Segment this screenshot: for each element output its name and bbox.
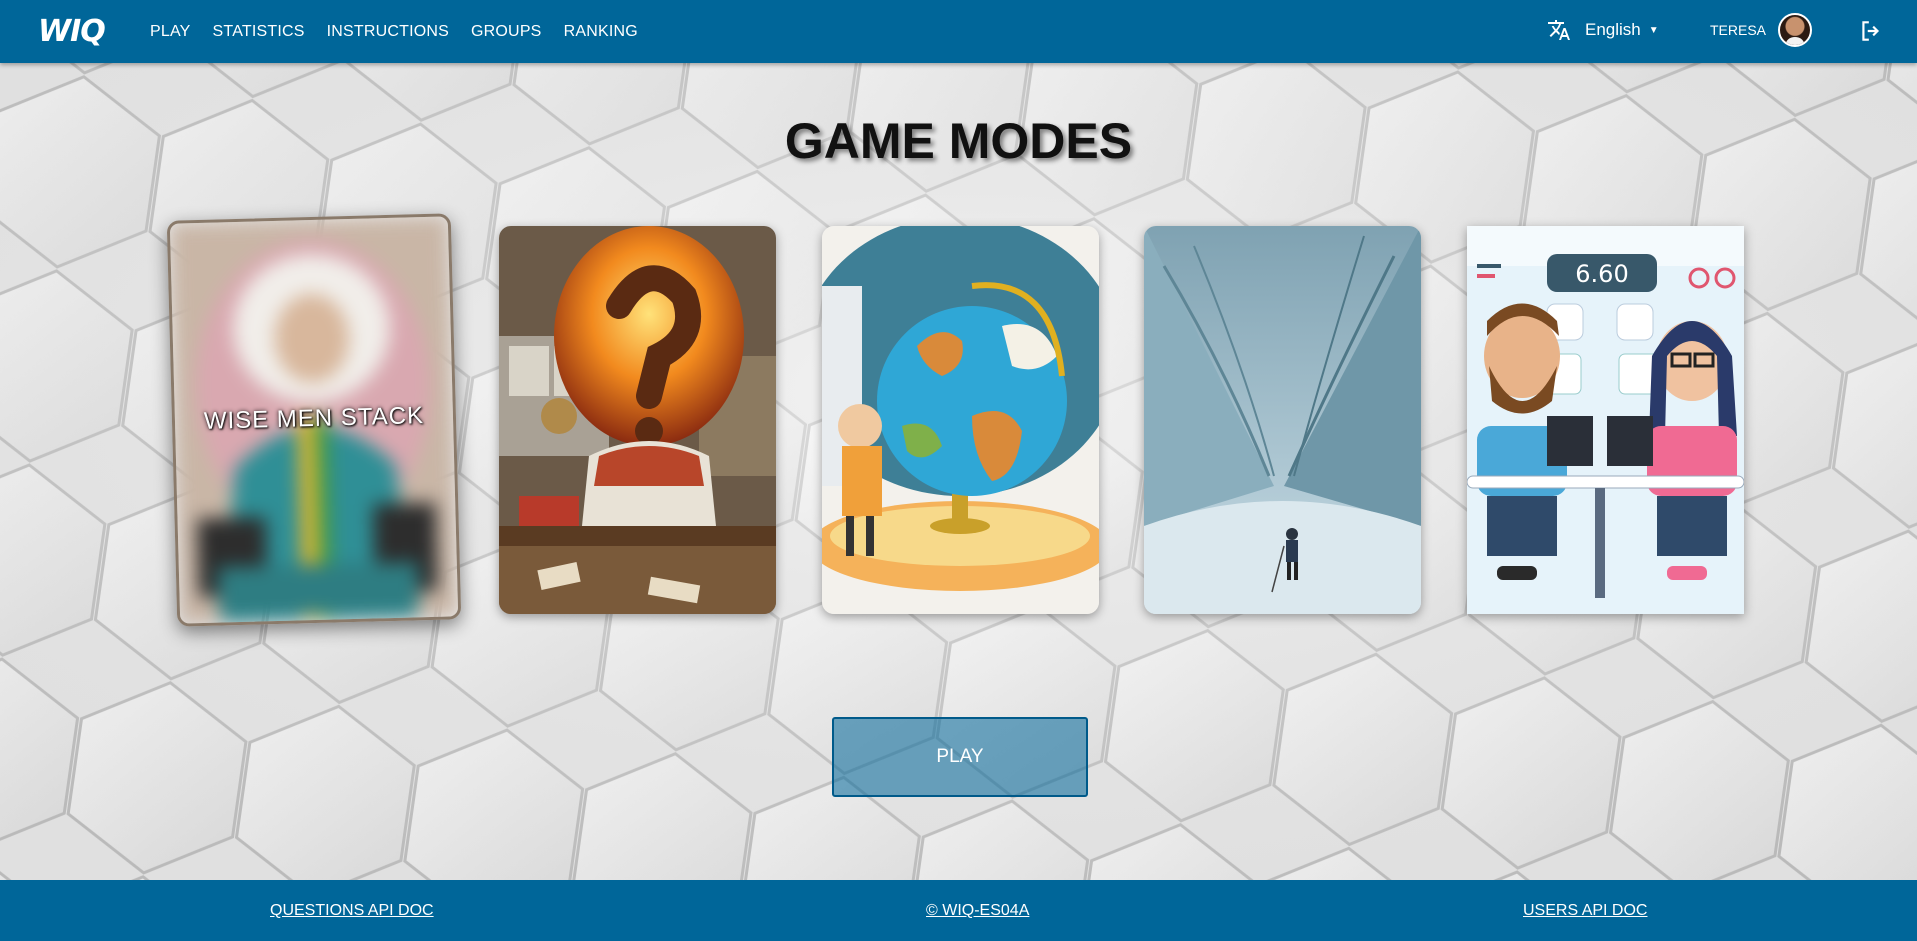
logout-icon[interactable] bbox=[1858, 18, 1884, 44]
copyright-link[interactable]: © WIQ-ES04A bbox=[926, 902, 1029, 920]
top-navbar: WIQ PLAY STATISTICS INSTRUCTIONS GROUPS … bbox=[0, 0, 1917, 63]
caret-down-icon: ▼ bbox=[1648, 24, 1659, 36]
translate-icon bbox=[1548, 20, 1570, 40]
game-mode-card-3[interactable] bbox=[822, 226, 1099, 614]
globe-image bbox=[822, 226, 1099, 614]
game-mode-card-wise-men-stack[interactable]: WISE MEN STACK bbox=[166, 213, 462, 627]
user-profile[interactable]: TERESA bbox=[1710, 13, 1813, 47]
svg-text:6.60: 6.60 bbox=[1575, 260, 1628, 288]
glacier-image bbox=[1144, 226, 1421, 614]
nav-groups[interactable]: GROUPS bbox=[471, 23, 542, 41]
questions-api-doc-link[interactable]: QUESTIONS API DOC bbox=[270, 902, 434, 920]
duo-quiz-image: 6.60 bbox=[1467, 226, 1744, 614]
footer: QUESTIONS API DOC © WIQ-ES04A USERS API … bbox=[0, 880, 1917, 941]
users-api-doc-link[interactable]: USERS API DOC bbox=[1523, 902, 1647, 920]
page-title: GAME MODES bbox=[784, 113, 1133, 169]
game-mode-card-5[interactable]: 6.60 bbox=[1467, 226, 1744, 614]
username: TERESA bbox=[1710, 22, 1767, 38]
wiq-logo[interactable]: WIQ bbox=[38, 14, 106, 49]
main-nav: PLAY STATISTICS INSTRUCTIONS GROUPS RANK… bbox=[150, 0, 660, 63]
play-button[interactable]: PLAY bbox=[832, 717, 1088, 797]
nav-instructions[interactable]: INSTRUCTIONS bbox=[327, 23, 449, 41]
game-mode-card-4[interactable] bbox=[1144, 226, 1421, 614]
game-mode-card-2[interactable] bbox=[499, 226, 776, 614]
language-selector[interactable]: English ▼ bbox=[1547, 18, 1659, 42]
language-label: English bbox=[1585, 20, 1641, 39]
fire-question-image bbox=[499, 226, 776, 614]
nav-statistics[interactable]: STATISTICS bbox=[213, 23, 305, 41]
nav-play[interactable]: PLAY bbox=[150, 23, 191, 41]
nav-ranking[interactable]: RANKING bbox=[564, 23, 638, 41]
avatar[interactable] bbox=[1778, 13, 1813, 47]
